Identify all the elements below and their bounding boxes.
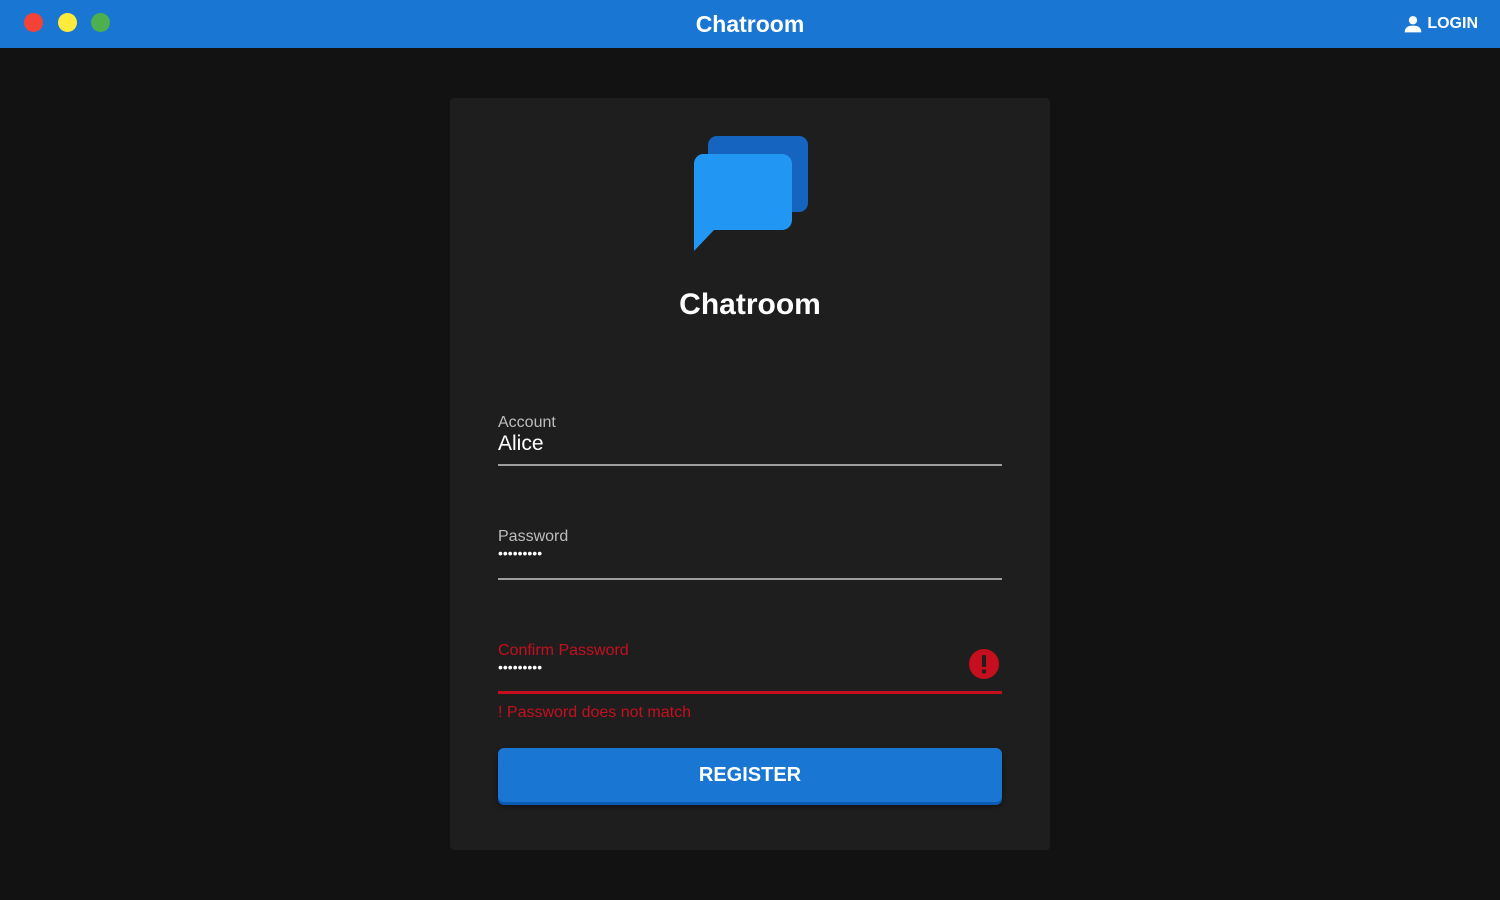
account-field[interactable]: Account Alice [498,414,1002,468]
register-card: Chatroom Account Alice Password ••••••••… [450,98,1050,850]
app-title: Chatroom [695,11,805,37]
exclamation-icon [969,649,999,679]
confirm-password-label: Confirm Password [498,642,629,659]
password-mismatch-error: ! Password does not match [498,704,691,721]
account-input[interactable]: Alice [498,432,544,456]
confirm-password-underline [498,691,1002,694]
user-icon [1404,16,1422,33]
account-label: Account [498,414,556,431]
password-field[interactable]: Password ••••••••• [498,528,1002,582]
password-label: Password [498,528,569,545]
title-bar: Chatroom LOGIN [0,0,1500,48]
register-button[interactable]: REGISTER [498,748,1002,802]
login-label: LOGIN [1427,15,1478,32]
chat-bubbles-icon [693,136,808,251]
password-underline [498,578,1002,580]
card-title: Chatroom [679,288,821,321]
confirm-password-input[interactable]: ••••••••• [498,659,542,675]
confirm-password-field[interactable]: Confirm Password ••••••••• [498,642,1002,696]
account-underline [498,464,1002,466]
login-button[interactable]: LOGIN [1403,0,1478,48]
password-input[interactable]: ••••••••• [498,545,542,561]
